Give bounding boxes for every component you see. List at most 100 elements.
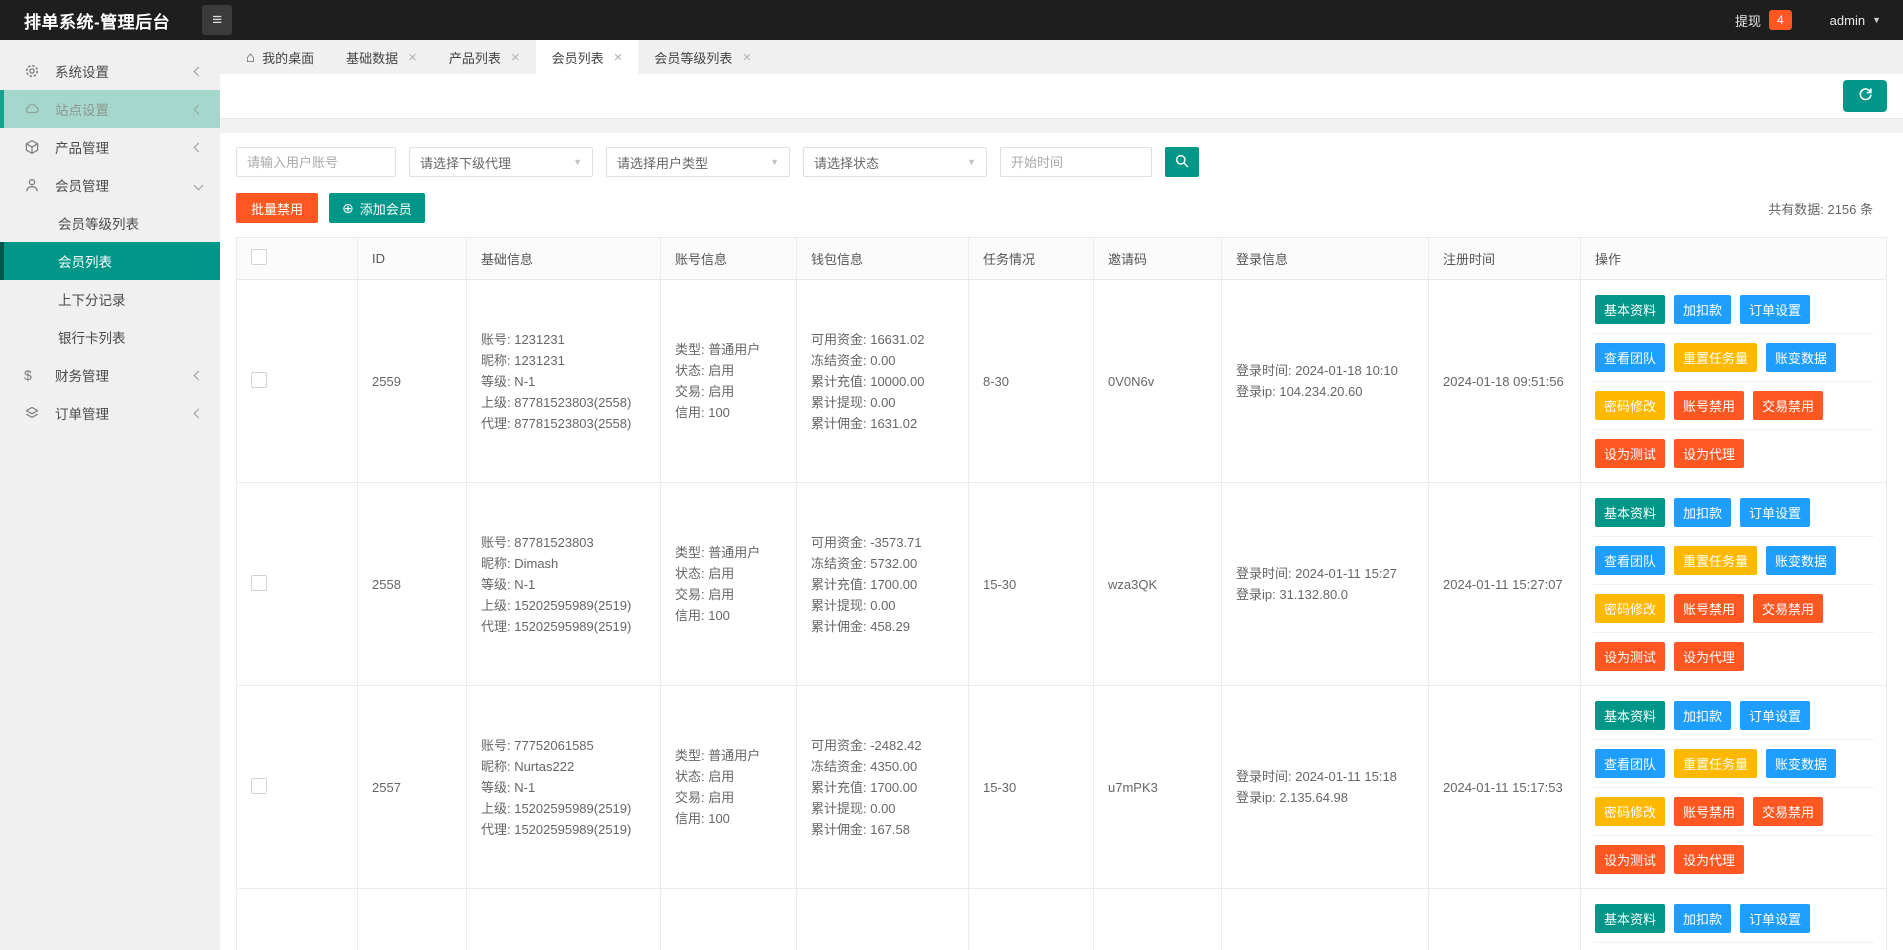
hamburger-menu-icon[interactable]: ≡ bbox=[202, 5, 233, 35]
action-button-row: 查看团队重置任务量账变数据 bbox=[1593, 537, 1874, 585]
add-member-button[interactable]: ⊕ 添加会员 bbox=[329, 193, 425, 223]
sidebar-item-finance-management[interactable]: $ 财务管理 bbox=[0, 356, 220, 394]
balance-log-button[interactable]: 账变数据 bbox=[1766, 748, 1837, 778]
reset-tasks-button[interactable]: 重置任务量 bbox=[1674, 342, 1758, 372]
account-info-cell: 类型: 普通用户 状态: 启用 交易: 启用 信用: 100 bbox=[660, 279, 797, 483]
login-info-cell: 登录时间: 2024-01-11 15:18 登录ip: 2.135.64.98 bbox=[1221, 685, 1429, 889]
order-settings-button[interactable]: 订单设置 bbox=[1740, 497, 1811, 527]
set-test-button[interactable]: 设为测试 bbox=[1595, 641, 1666, 671]
user-type-select[interactable]: 请选择用户类型 ▼ bbox=[606, 147, 790, 177]
sidebar-item-member-level-list[interactable]: 会员等级列表 bbox=[0, 204, 220, 242]
reset-tasks-button[interactable]: 重置任务量 bbox=[1674, 748, 1758, 778]
adjust-balance-button[interactable]: 加扣款 bbox=[1674, 700, 1732, 730]
base-info-cell-line: 等级: N-1 bbox=[481, 576, 536, 592]
actions-cell: 基本资料加扣款订单设置查看团队重置任务量账变数据密码修改账号禁用交易禁用设为测试… bbox=[1580, 685, 1887, 889]
disable-trade-button[interactable]: 交易禁用 bbox=[1753, 796, 1824, 826]
set-test-button[interactable]: 设为测试 bbox=[1595, 844, 1666, 874]
account-info-cell-line: 信用: 100 bbox=[675, 608, 730, 623]
withdraw-link[interactable]: 提现 bbox=[1735, 11, 1761, 30]
action-button-row: 基本资料 加扣款 订单设置 bbox=[1593, 286, 1874, 334]
tab-desktop[interactable]: ⌂ 我的桌面 bbox=[230, 40, 330, 74]
action-button-row: 密码修改 账号禁用 交易禁用 bbox=[1593, 382, 1874, 430]
tab-product-list[interactable]: 产品列表 × bbox=[433, 40, 536, 74]
order-settings-button[interactable]: 订单设置 bbox=[1740, 700, 1811, 730]
wallet-info-cell-line: 累计提现: 0.00 bbox=[811, 597, 896, 613]
adjust-balance-button[interactable]: 加扣款 bbox=[1674, 294, 1732, 324]
row-checkbox[interactable] bbox=[251, 371, 267, 388]
chevron-down-icon: ▼ bbox=[573, 157, 582, 167]
sidebar-item-system-settings[interactable]: 系统设置 bbox=[0, 52, 220, 90]
row-checkbox[interactable] bbox=[251, 574, 267, 591]
profile-button[interactable]: 基本资料 bbox=[1595, 294, 1666, 324]
change-password-button[interactable]: 密码修改 bbox=[1595, 390, 1666, 420]
login-info-cell-line: 登录ip: 104.234.20.60 bbox=[1236, 384, 1363, 399]
set-test-button[interactable]: 设为测试 bbox=[1595, 438, 1666, 468]
sidebar-item-updown-records[interactable]: 上下分记录 bbox=[0, 280, 220, 318]
batch-disable-button[interactable]: 批量禁用 bbox=[236, 193, 319, 223]
base-info-cell-line: 代理: 15202595989(2519) bbox=[481, 618, 632, 634]
set-agent-button[interactable]: 设为代理 bbox=[1674, 844, 1745, 874]
close-icon[interactable]: × bbox=[742, 50, 751, 65]
row-checkbox-cell bbox=[236, 279, 358, 483]
order-settings-button[interactable]: 订单设置 bbox=[1740, 294, 1811, 324]
balance-log-button[interactable]: 账变数据 bbox=[1766, 545, 1837, 575]
refresh-button[interactable] bbox=[1843, 80, 1887, 112]
sidebar-item-bank-card-list[interactable]: 银行卡列表 bbox=[0, 318, 220, 356]
select-all-checkbox[interactable] bbox=[251, 249, 267, 265]
disable-trade-button[interactable]: 交易禁用 bbox=[1753, 593, 1824, 623]
close-icon[interactable]: × bbox=[408, 50, 417, 65]
row-checkbox-cell bbox=[236, 685, 358, 889]
id-cell bbox=[357, 888, 467, 950]
tab-bar: ⌂ 我的桌面 基础数据 × 产品列表 × 会员列表 × 会员等级列表 × bbox=[220, 40, 1903, 74]
withdraw-count-badge[interactable]: 4 bbox=[1768, 10, 1792, 30]
adjust-balance-button[interactable]: 加扣款 bbox=[1674, 903, 1732, 933]
tab-member-list[interactable]: 会员列表 × bbox=[535, 40, 639, 74]
order-settings-button[interactable]: 订单设置 bbox=[1740, 903, 1811, 933]
change-password-button[interactable]: 密码修改 bbox=[1595, 796, 1666, 826]
row-checkbox[interactable] bbox=[251, 777, 267, 794]
close-icon[interactable]: × bbox=[614, 50, 623, 65]
start-time-input[interactable] bbox=[1000, 147, 1152, 177]
status-select[interactable]: 请选择状态 ▼ bbox=[803, 147, 987, 177]
sidebar-item-updown-records-label: 上下分记录 bbox=[58, 293, 126, 308]
sidebar-item-member-management[interactable]: 会员管理 bbox=[0, 166, 220, 204]
table-row: 2559 账号: 1231231 昵称: 1231231 等级: N-1 上级: 877… bbox=[236, 279, 1887, 483]
chevron-left-icon bbox=[193, 104, 204, 114]
view-team-button[interactable]: 查看团队 bbox=[1595, 748, 1666, 778]
agent-select[interactable]: 请选择下级代理 ▼ bbox=[409, 147, 593, 177]
sidebar-item-member-list[interactable]: 会员列表 bbox=[0, 242, 220, 280]
disable-account-button[interactable]: 账号禁用 bbox=[1674, 796, 1745, 826]
disable-account-button[interactable]: 账号禁用 bbox=[1674, 390, 1745, 420]
user-menu[interactable]: admin bbox=[1830, 13, 1865, 28]
reset-tasks-button[interactable]: 重置任务量 bbox=[1674, 545, 1758, 575]
sidebar-item-site-settings[interactable]: 站点设置 bbox=[0, 90, 220, 128]
search-button[interactable] bbox=[1165, 147, 1199, 177]
wallet-info-cell-line: 累计充值: 1700.00 bbox=[811, 576, 918, 592]
column-header: ID bbox=[357, 237, 467, 280]
wallet-info-cell-line: 累计充值: 10000.00 bbox=[811, 373, 925, 389]
base-info-cell-line: 等级: N-1 bbox=[481, 373, 536, 389]
change-password-button[interactable]: 密码修改 bbox=[1595, 593, 1666, 623]
account-input[interactable] bbox=[236, 147, 396, 177]
view-team-button[interactable]: 查看团队 bbox=[1595, 342, 1666, 372]
tab-basic-data[interactable]: 基础数据 × bbox=[330, 40, 433, 74]
set-agent-button[interactable]: 设为代理 bbox=[1674, 641, 1745, 671]
disable-trade-button[interactable]: 交易禁用 bbox=[1753, 390, 1824, 420]
view-team-button[interactable]: 查看团队 bbox=[1595, 545, 1666, 575]
profile-button[interactable]: 基本资料 bbox=[1595, 700, 1666, 730]
tab-member-level-list[interactable]: 会员等级列表 × bbox=[638, 40, 767, 74]
sidebar-item-order-management[interactable]: 订单管理 bbox=[0, 394, 220, 432]
disable-account-button[interactable]: 账号禁用 bbox=[1674, 593, 1745, 623]
profile-button[interactable]: 基本资料 bbox=[1595, 903, 1666, 933]
balance-log-button[interactable]: 账变数据 bbox=[1766, 342, 1837, 372]
topbar-right: 提现 4 admin ▼ bbox=[1735, 10, 1903, 30]
filter-bar: 请选择下级代理 ▼ 请选择用户类型 ▼ 请选择状态 ▼ bbox=[236, 147, 1887, 177]
table-row: 2558 账号: 87781523803 昵称: Dimash 等级: N-1 上级: … bbox=[236, 482, 1887, 686]
row-checkbox-cell bbox=[236, 482, 358, 686]
adjust-balance-button[interactable]: 加扣款 bbox=[1674, 497, 1732, 527]
profile-button[interactable]: 基本资料 bbox=[1595, 497, 1666, 527]
task-cell bbox=[968, 888, 1094, 950]
sidebar-item-product-management[interactable]: 产品管理 bbox=[0, 128, 220, 166]
set-agent-button[interactable]: 设为代理 bbox=[1674, 438, 1745, 468]
close-icon[interactable]: × bbox=[511, 50, 520, 65]
